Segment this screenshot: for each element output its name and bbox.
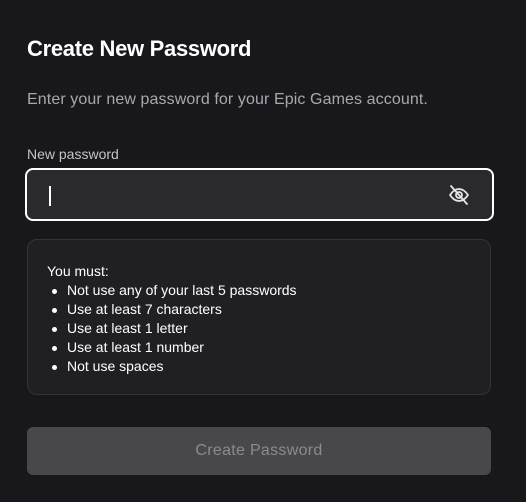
- text-caret: [49, 186, 51, 206]
- new-password-input[interactable]: [27, 170, 437, 219]
- eye-slash-icon[interactable]: [446, 183, 472, 207]
- page-title: Create New Password: [27, 36, 252, 61]
- new-password-field[interactable]: [25, 168, 494, 221]
- create-password-panel: Create New Password Enter your new passw…: [0, 0, 526, 502]
- requirement-item: Use at least 1 letter: [47, 319, 471, 338]
- password-requirements-box: You must: Not use any of your last 5 pas…: [27, 239, 491, 395]
- create-password-button[interactable]: Create Password: [27, 427, 491, 475]
- requirement-item: Use at least 1 number: [47, 338, 471, 357]
- requirement-item: Not use spaces: [47, 357, 471, 376]
- requirements-heading: You must:: [47, 263, 109, 279]
- new-password-label: New password: [27, 146, 119, 162]
- requirements-list: Not use any of your last 5 passwords Use…: [47, 281, 471, 376]
- requirement-item: Not use any of your last 5 passwords: [47, 281, 471, 300]
- requirement-item: Use at least 7 characters: [47, 300, 471, 319]
- page-subtitle: Enter your new password for your Epic Ga…: [27, 91, 428, 108]
